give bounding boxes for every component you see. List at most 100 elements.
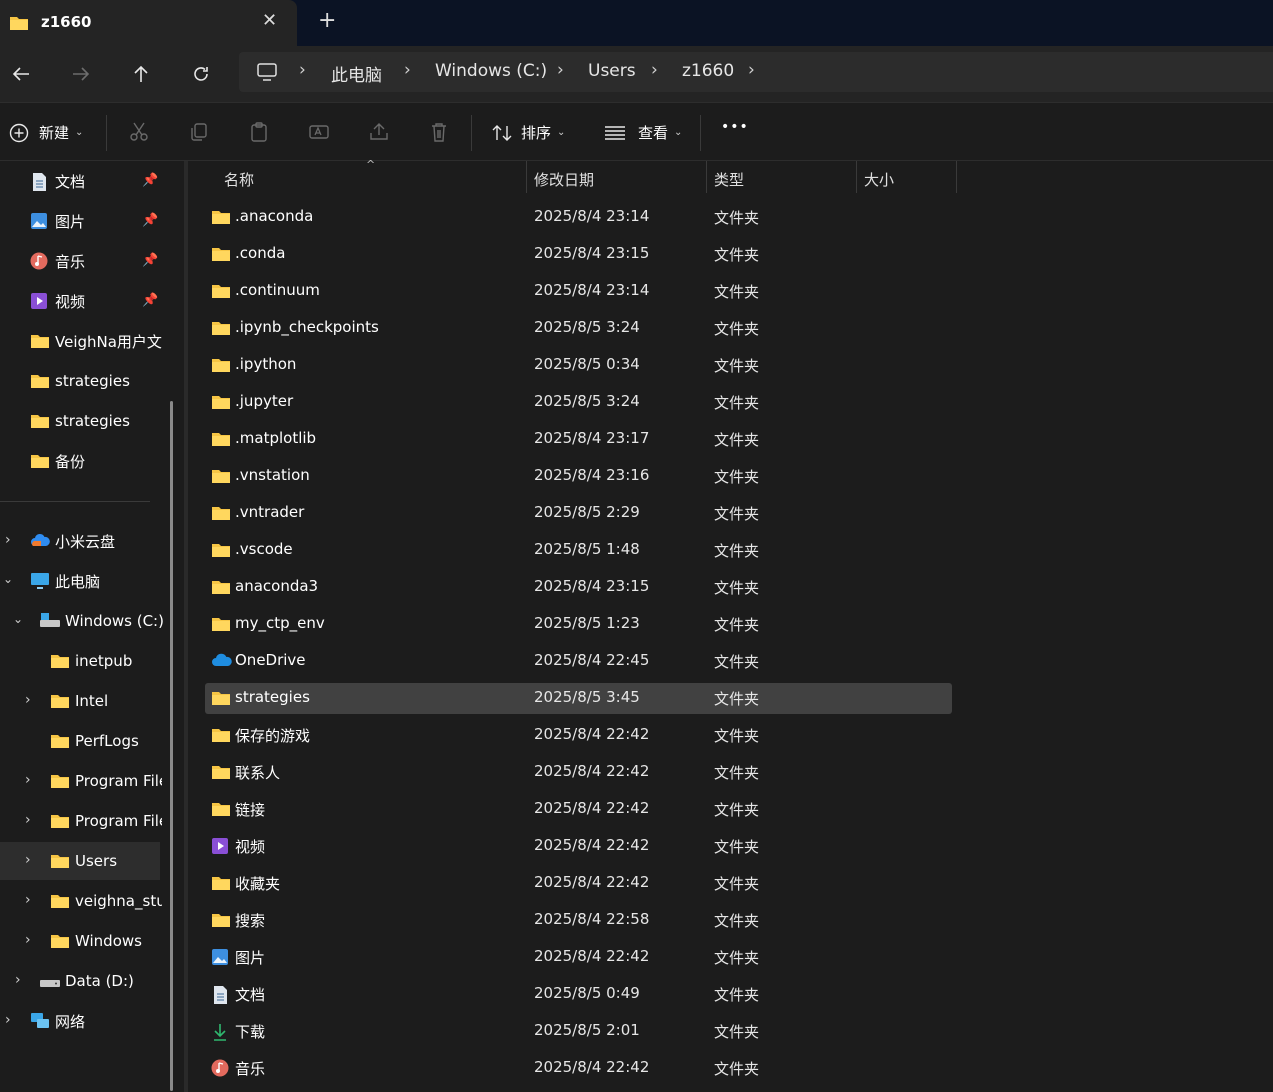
chevron-right-icon[interactable]: › <box>25 812 31 828</box>
more-options-button[interactable]: ••• <box>721 119 749 135</box>
sidebar-item-windows[interactable]: Windows <box>50 925 142 957</box>
sidebar-item-label: 小米云盘 <box>55 532 116 551</box>
file-row[interactable]: 搜索 2025/8/4 22:58 文件夹 <box>205 905 952 936</box>
forward-button[interactable] <box>65 58 97 90</box>
arrow-left-icon <box>12 67 29 81</box>
sidebar-item-this-pc[interactable]: 此电脑 <box>30 565 100 597</box>
column-divider[interactable] <box>856 161 857 193</box>
sidebar-item-veighna[interactable]: VeighNa用户文 <box>30 325 162 357</box>
back-button[interactable] <box>5 58 37 90</box>
column-header-size[interactable]: 大小 <box>864 169 894 201</box>
sidebar-item-backup[interactable]: 备份 <box>30 445 85 477</box>
file-row[interactable]: OneDrive 2025/8/4 22:45 文件夹 <box>205 646 952 677</box>
file-row[interactable]: .conda 2025/8/4 23:15 文件夹 <box>205 239 952 270</box>
new-tab-button[interactable]: + <box>318 10 336 32</box>
delete-icon[interactable] <box>428 121 452 145</box>
file-row[interactable]: 音乐 2025/8/4 22:42 文件夹 <box>205 1053 952 1084</box>
chevron-right-icon[interactable]: › <box>748 60 755 80</box>
refresh-button[interactable] <box>185 58 217 90</box>
column-divider[interactable] <box>526 161 527 193</box>
breadcrumb-windows-c[interactable]: Windows (C:) <box>435 61 547 81</box>
chevron-down-icon[interactable]: ⌄ <box>3 572 13 586</box>
file-row[interactable]: .vnstation 2025/8/4 23:16 文件夹 <box>205 461 952 492</box>
file-row[interactable]: .ipython 2025/8/5 0:34 文件夹 <box>205 350 952 381</box>
chevron-right-icon[interactable]: › <box>25 692 31 708</box>
sidebar-item-strategies[interactable]: strategies <box>30 365 130 397</box>
file-row[interactable]: 收藏夹 2025/8/4 22:42 文件夹 <box>205 868 952 899</box>
sort-button[interactable]: 排序 ⌄ <box>491 122 565 143</box>
sidebar-item-program-files-x86[interactable]: Program File <box>50 805 162 837</box>
file-row[interactable]: 联系人 2025/8/4 22:42 文件夹 <box>205 757 952 788</box>
file-row[interactable]: 视频 2025/8/4 22:42 文件夹 <box>205 831 952 862</box>
chevron-right-icon[interactable]: › <box>404 60 411 80</box>
folder-icon <box>50 892 70 910</box>
rename-icon[interactable] <box>308 121 332 145</box>
column-divider[interactable] <box>706 161 707 193</box>
column-header-modified[interactable]: 修改日期 <box>534 169 594 201</box>
sidebar-item-strategies[interactable]: strategies <box>30 405 130 437</box>
sidebar-item-veighna-studio[interactable]: veighna_stu <box>50 885 162 917</box>
sidebar-item-data-d[interactable]: Data (D:) <box>40 965 134 997</box>
pane-splitter[interactable] <box>184 161 188 1092</box>
view-button[interactable]: 查看 ⌄ <box>604 122 682 143</box>
paste-icon[interactable] <box>248 121 272 145</box>
file-row[interactable]: .jupyter 2025/8/5 3:24 文件夹 <box>205 387 952 418</box>
breadcrumb-this-pc[interactable]: 此电脑 <box>331 61 382 86</box>
chevron-down-icon[interactable]: ⌄ <box>13 612 23 626</box>
sidebar-item-inetpub[interactable]: inetpub <box>50 645 132 677</box>
file-row[interactable]: 保存的游戏 2025/8/4 22:42 文件夹 <box>205 720 952 751</box>
file-row[interactable]: 文档 2025/8/5 0:49 文件夹 <box>205 979 952 1010</box>
sidebar-item-videos[interactable]: 视频 <box>30 285 85 317</box>
chevron-right-icon[interactable]: › <box>15 972 21 988</box>
pin-icon[interactable]: 📌 <box>142 293 158 308</box>
new-button[interactable]: 新建 ⌄ <box>9 122 83 143</box>
sidebar-item-windows-c[interactable]: Windows (C:) <box>40 605 164 637</box>
address-bar[interactable]: › 此电脑 › Windows (C:) › Users › z1660 › <box>239 52 1273 92</box>
chevron-right-icon[interactable]: › <box>25 852 31 868</box>
chevron-right-icon[interactable]: › <box>25 892 31 908</box>
cut-icon[interactable] <box>128 121 152 145</box>
sidebar-item-intel[interactable]: Intel <box>50 685 108 717</box>
column-header-type[interactable]: 类型 <box>714 169 744 201</box>
chevron-right-icon[interactable]: › <box>651 60 658 80</box>
file-row[interactable]: strategies 2025/8/5 3:45 文件夹 <box>205 683 952 714</box>
sidebar-item-xiaomi-cloud[interactable]: 小米云盘 <box>30 525 115 557</box>
chevron-right-icon[interactable]: › <box>25 772 31 788</box>
file-row[interactable]: .matplotlib 2025/8/4 23:17 文件夹 <box>205 424 952 455</box>
pin-icon[interactable]: 📌 <box>142 173 158 188</box>
file-row[interactable]: .ipynb_checkpoints 2025/8/5 3:24 文件夹 <box>205 313 952 344</box>
close-tab-icon[interactable]: ✕ <box>262 12 277 30</box>
file-row[interactable]: my_ctp_env 2025/8/5 1:23 文件夹 <box>205 609 952 640</box>
pin-icon[interactable]: 📌 <box>142 213 158 228</box>
sidebar-item-users[interactable]: Users <box>50 845 117 877</box>
chevron-right-icon[interactable]: › <box>25 932 31 948</box>
breadcrumb-z1660[interactable]: z1660 <box>682 61 734 81</box>
chevron-right-icon[interactable]: › <box>5 1012 11 1028</box>
breadcrumb-users[interactable]: Users <box>588 61 636 81</box>
file-row[interactable]: .continuum 2025/8/4 23:14 文件夹 <box>205 276 952 307</box>
nav-scrollbar[interactable] <box>170 401 173 1091</box>
sidebar-item-network[interactable]: 网络 <box>30 1005 85 1037</box>
copy-icon[interactable] <box>188 121 212 145</box>
chevron-right-icon[interactable]: › <box>5 532 11 548</box>
chevron-right-icon[interactable]: › <box>299 60 306 80</box>
file-row[interactable]: anaconda3 2025/8/4 23:15 文件夹 <box>205 572 952 603</box>
sidebar-item-program-files[interactable]: Program File <box>50 765 162 797</box>
sidebar-item-perflogs[interactable]: PerfLogs <box>50 725 139 757</box>
pin-icon[interactable]: 📌 <box>142 253 158 268</box>
file-row[interactable]: 图片 2025/8/4 22:42 文件夹 <box>205 942 952 973</box>
chevron-right-icon[interactable]: › <box>557 60 564 80</box>
file-row[interactable]: 链接 2025/8/4 22:42 文件夹 <box>205 794 952 825</box>
sidebar-item-documents[interactable]: 文档 <box>30 165 85 197</box>
tab-z1660[interactable]: z1660 ✕ <box>0 0 297 46</box>
sidebar-item-music[interactable]: 音乐 <box>30 245 85 277</box>
column-divider[interactable] <box>956 161 957 193</box>
sidebar-item-pictures[interactable]: 图片 <box>30 205 85 237</box>
file-row[interactable]: .vscode 2025/8/5 1:48 文件夹 <box>205 535 952 566</box>
file-row[interactable]: .anaconda 2025/8/4 23:14 文件夹 <box>205 202 952 233</box>
column-header-name[interactable]: 名称 <box>224 169 254 201</box>
share-icon[interactable] <box>368 121 392 145</box>
up-button[interactable] <box>125 58 157 90</box>
file-row[interactable]: .vntrader 2025/8/5 2:29 文件夹 <box>205 498 952 529</box>
file-row[interactable]: 下载 2025/8/5 2:01 文件夹 <box>205 1016 952 1047</box>
